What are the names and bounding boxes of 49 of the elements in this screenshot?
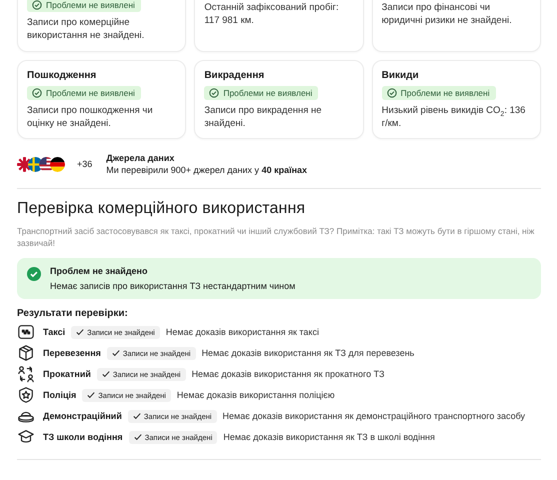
status-badge: Проблеми не виявлені (204, 86, 318, 100)
status-badge: Проблеми не виявлені (27, 86, 141, 100)
card-title: Викрадення (204, 70, 266, 81)
card-title: Пошкодження (27, 70, 98, 81)
shield-star-icon (17, 386, 35, 404)
results-label: Результати перевірки: (17, 308, 129, 319)
check-circle-icon (209, 88, 220, 98)
result-description: Немає доказів використання як таксі (166, 327, 319, 337)
check-circle-icon (27, 267, 41, 281)
card-text: Записи про комерційне використання не знайдені. (27, 16, 146, 42)
result-description: Немає доказів використання як демонстраційного транспортного засобу (222, 411, 526, 421)
section-title: Перевірка комерційного використання (17, 200, 306, 218)
card-text: Останній зафіксований пробіг: 117 981 км. (204, 1, 340, 27)
result-description: Немає доказів використання як прокатного ТЗ (192, 369, 384, 379)
category-label: Перевезення (43, 348, 101, 358)
check-icon (76, 328, 84, 336)
result-description: Немає доказів використання як ТЗ в школі водіння (223, 432, 435, 442)
result-title: Проблем не знайдено (50, 266, 148, 276)
result-text: Немає записів про використання ТЗ нестандартним чином (50, 281, 296, 291)
sources-title: Джерела даних (106, 153, 176, 163)
check-icon (87, 391, 96, 399)
status-badge: Проблеми не виявлені (382, 86, 496, 100)
check-circle-icon (32, 0, 42, 10)
card-title: Викиди (382, 70, 420, 81)
box-icon (17, 344, 35, 362)
category-label: Таксі (43, 327, 66, 337)
sources-text: Ми перевірили 900+ джерел даних у 40 країнах (106, 165, 308, 175)
category-label: Демонстраційний (43, 411, 122, 421)
check-circle-icon (386, 88, 397, 98)
category-label: Поліція (43, 390, 76, 400)
card-text: Записи про викрадення не знайдені. (204, 104, 323, 130)
category-label: ТЗ школи водіння (43, 432, 123, 442)
card-text: Низький рівень викидів CO$_{2}$: 136 г/км. (382, 104, 526, 130)
flag-icon (50, 156, 65, 172)
check-icon (134, 433, 142, 441)
result-description: Немає доказів використання поліцією (176, 390, 335, 400)
taxi-sign-icon (17, 323, 35, 341)
status-badge: Проблеми не виявлені (27, 0, 141, 12)
check-circle-icon (32, 88, 42, 98)
more-count: +36 (77, 159, 92, 169)
category-label: Прокатний (43, 369, 91, 379)
section-description: Транспортний засіб застосовувався як таксі, прокатний чи інший службовий ТЗ? Примітка: такі ТЗ можуть бути в гіршому стані, ніж зазвичай! (17, 225, 536, 249)
people-swap-icon (17, 365, 35, 383)
result-description: Немає доказів використання як ТЗ для перевезень (202, 348, 414, 358)
card-text: Записи про пошкодження чи оцінку не знайдені. (27, 104, 154, 130)
card-text: Записи про фінансові чи юридичні ризики не знайдені. (382, 1, 513, 27)
check-icon (102, 370, 110, 378)
check-icon (132, 412, 141, 420)
check-icon (112, 349, 120, 357)
